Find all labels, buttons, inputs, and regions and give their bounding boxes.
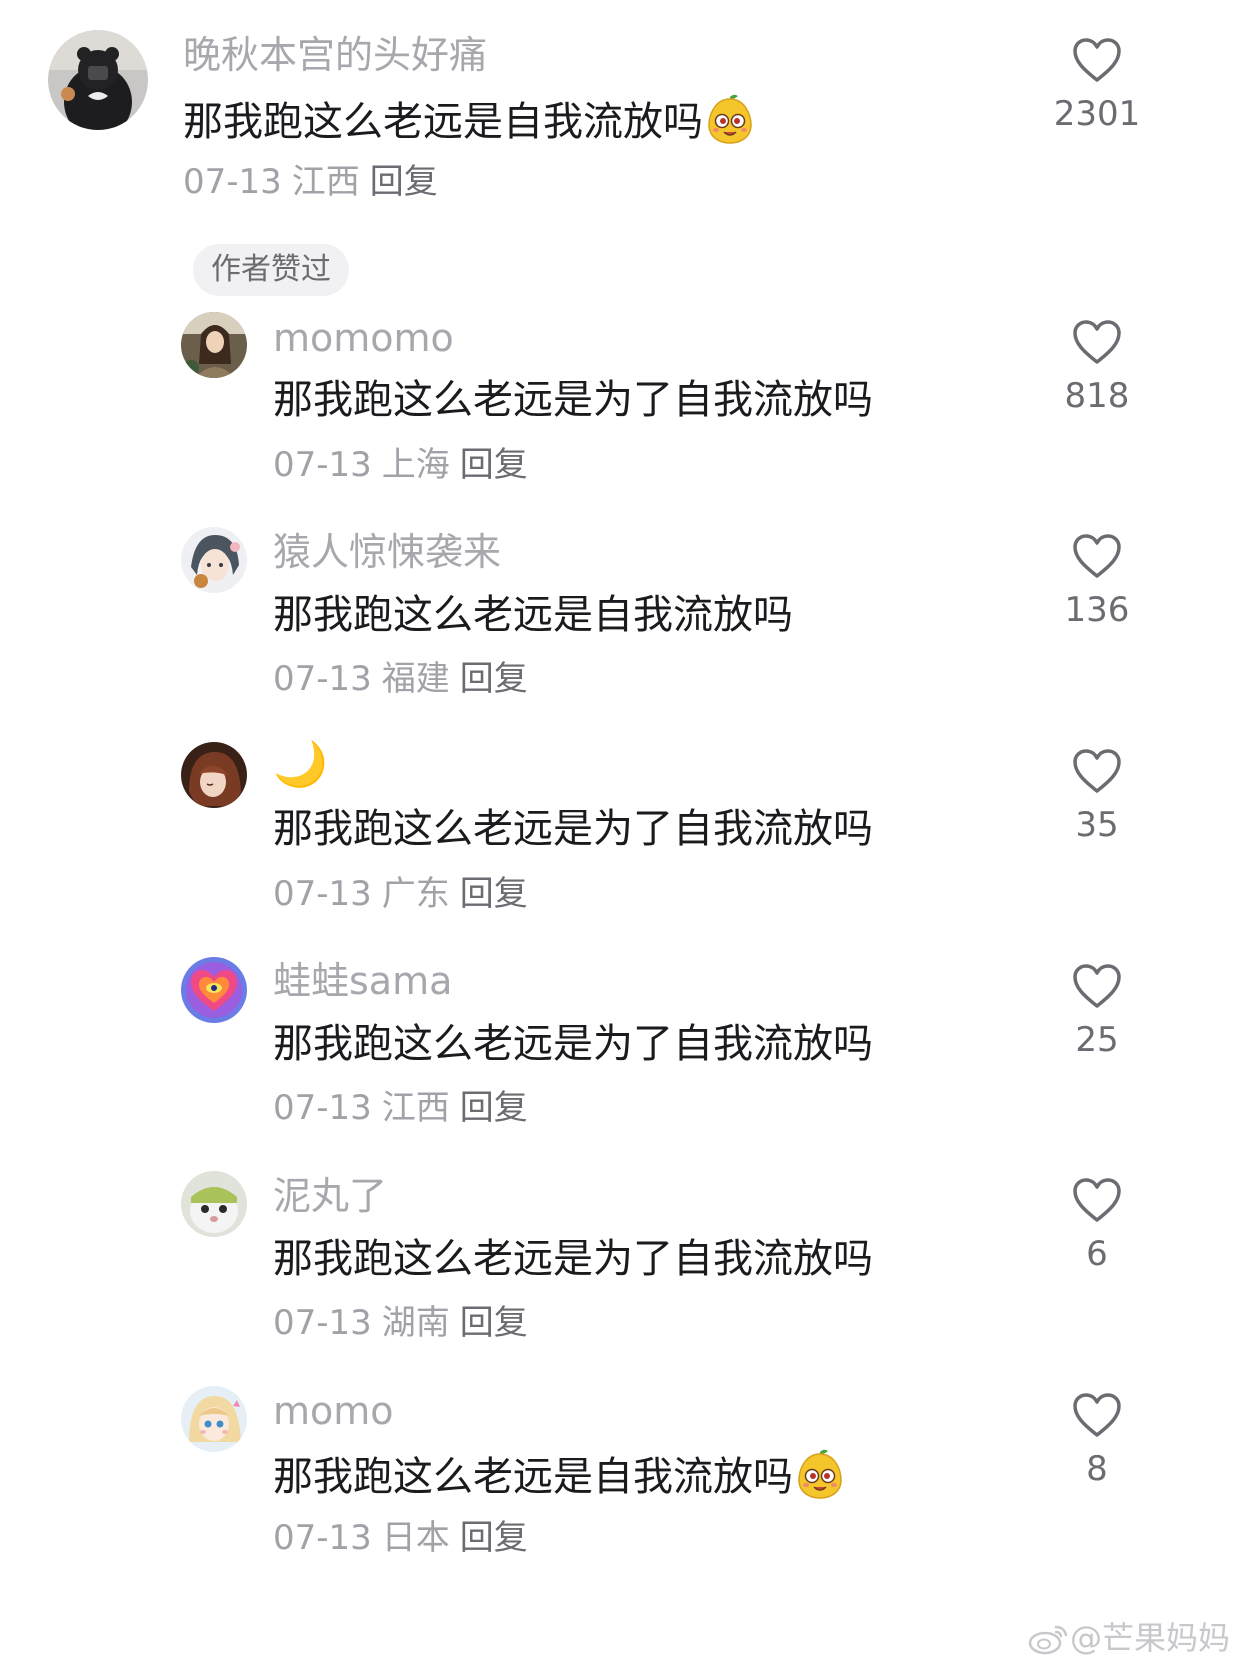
comment-text: 那我跑这么老远是自我流放吗 — [273, 1448, 845, 1502]
avatar[interactable] — [181, 1171, 247, 1237]
heart-outline-icon — [1073, 320, 1121, 364]
heart-outline-icon — [1073, 964, 1121, 1008]
avatar[interactable] — [181, 957, 247, 1023]
like-count: 35 — [1075, 805, 1119, 845]
reply-button[interactable]: 回复 — [460, 659, 528, 699]
heart-outline-icon — [1073, 1178, 1121, 1222]
reply-button[interactable]: 回复 — [370, 162, 438, 202]
comment-text: 那我跑这么老远是为了自我流放吗 — [273, 1236, 873, 1282]
heart-outline-icon — [1073, 749, 1121, 793]
comment-location: 福建 — [381, 659, 450, 699]
weibo-logo-icon — [1028, 1625, 1068, 1655]
avatar[interactable] — [181, 312, 247, 378]
like-button[interactable]: 25 — [1037, 962, 1157, 1060]
comment-text: 那我跑这么老远是自我流放吗 — [183, 93, 755, 147]
comment-text: 那我跑这么老远是自我流放吗 — [273, 592, 793, 638]
comment-username[interactable]: 晚秋本宫的头好痛 — [183, 32, 487, 78]
heart-outline-icon — [1073, 1393, 1121, 1437]
comment-location: 广东 — [381, 874, 450, 914]
comment-location: 江西 — [381, 1088, 450, 1128]
comment-username[interactable]: momomo — [273, 315, 454, 361]
comment-date: 07-13 — [273, 445, 372, 485]
like-count: 6 — [1086, 1234, 1108, 1274]
like-count: 2301 — [1053, 94, 1141, 134]
comment-date: 07-13 — [273, 659, 372, 699]
comment-location: 日本 — [381, 1518, 450, 1558]
comment-date: 07-13 — [273, 1303, 372, 1343]
comment-location: 湖南 — [381, 1303, 450, 1343]
comment-date: 07-13 — [273, 1518, 372, 1558]
comment-username[interactable]: momo — [273, 1388, 394, 1434]
author-liked-badge: 作者赞过 — [193, 244, 349, 296]
comment-meta: 07-13 湖南 回复 — [273, 1301, 528, 1345]
comment-date: 07-13 — [183, 162, 282, 202]
comment-username[interactable]: 🌙 — [273, 740, 328, 790]
like-button[interactable]: 818 — [1037, 318, 1157, 416]
comment-username[interactable]: 泥丸了 — [273, 1173, 387, 1219]
reply-button[interactable]: 回复 — [460, 1088, 528, 1128]
heart-outline-icon — [1073, 534, 1121, 578]
like-count: 8 — [1086, 1449, 1108, 1489]
comment-meta: 07-13 上海 回复 — [273, 443, 528, 487]
avatar[interactable] — [181, 742, 247, 808]
comment-date: 07-13 — [273, 1088, 372, 1128]
comment-username[interactable]: 蛙蛙sama — [273, 958, 452, 1004]
watermark: @芒果妈妈 — [1028, 1618, 1230, 1658]
heart-outline-icon — [1073, 38, 1121, 82]
like-count: 818 — [1064, 376, 1130, 416]
like-button[interactable]: 136 — [1037, 532, 1157, 630]
reply-button[interactable]: 回复 — [460, 445, 528, 485]
comment-location: 上海 — [381, 445, 450, 485]
like-button[interactable]: 8 — [1037, 1391, 1157, 1489]
comment-username[interactable]: 猿人惊悚袭来 — [273, 529, 501, 575]
reply-button[interactable]: 回复 — [460, 1518, 528, 1558]
reply-button[interactable]: 回复 — [460, 1303, 528, 1343]
comment-date: 07-13 — [273, 874, 372, 914]
avatar[interactable] — [181, 1386, 247, 1452]
comment-text: 那我跑这么老远是为了自我流放吗 — [273, 377, 873, 423]
comment-text-content: 那我跑这么老远是自我流放吗 — [273, 1454, 793, 1500]
comment-text: 那我跑这么老远是为了自我流放吗 — [273, 1021, 873, 1067]
comment-meta: 07-13 日本 回复 — [273, 1516, 528, 1560]
like-button[interactable]: 2301 — [1037, 36, 1157, 134]
reply-button[interactable]: 回复 — [460, 874, 528, 914]
comment-meta: 07-13 江西 回复 — [273, 1086, 528, 1130]
comment-text: 那我跑这么老远是为了自我流放吗 — [273, 806, 873, 852]
like-button[interactable]: 35 — [1037, 747, 1157, 845]
like-button[interactable]: 6 — [1037, 1176, 1157, 1274]
like-count: 136 — [1064, 590, 1130, 630]
like-count: 25 — [1075, 1020, 1119, 1060]
avatar[interactable] — [181, 527, 247, 593]
comment-text-content: 那我跑这么老远是自我流放吗 — [183, 99, 703, 145]
mango-face-sticker-icon — [795, 1448, 845, 1500]
watermark-text: @芒果妈妈 — [1069, 1619, 1230, 1657]
comment-meta: 07-13 广东 回复 — [273, 872, 528, 916]
mango-face-sticker-icon — [705, 93, 755, 145]
comment-meta: 07-13 福建 回复 — [273, 657, 528, 701]
comment-location: 江西 — [291, 162, 360, 202]
avatar[interactable] — [48, 30, 148, 130]
comment-meta: 07-13 江西 回复 — [183, 160, 438, 204]
